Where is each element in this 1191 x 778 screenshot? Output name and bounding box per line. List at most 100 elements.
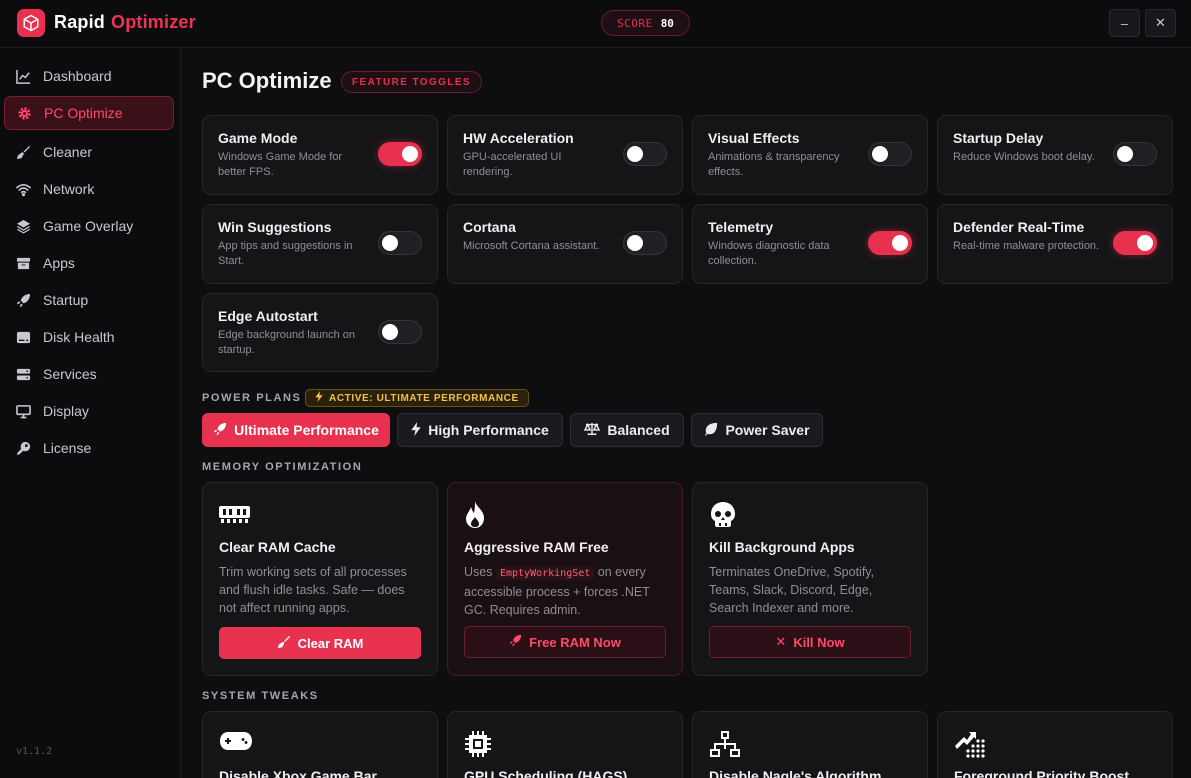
win-suggestions-toggle[interactable] (378, 231, 422, 255)
plan-label: Balanced (607, 422, 670, 438)
sidebar-item-network[interactable]: Network (4, 172, 174, 206)
toggle-knob (1137, 235, 1153, 251)
toggle-knob (892, 235, 908, 251)
memory-optimization-heading: MEMORY OPTIMIZATION (202, 461, 363, 473)
gpu-scheduling-card: GPU Scheduling (HAGS) (447, 711, 683, 778)
score-label: SCORE (617, 16, 653, 30)
toggle-description: Microsoft Cortana assistant. (463, 240, 600, 252)
code-snippet: EmptyWorkingSet (495, 567, 595, 580)
startup-delay-toggle[interactable] (1113, 142, 1157, 166)
sidebar-item-apps[interactable]: Apps (4, 246, 174, 280)
card-title: Kill Background Apps (709, 539, 855, 555)
plan-power-saver-button[interactable]: Power Saver (691, 413, 823, 447)
toggle-card-edge-autostart: Edge Autostart Edge background launch on… (202, 293, 438, 372)
toggle-card-hw-acceleration: HW Acceleration GPU-accelerated UI rende… (447, 115, 683, 195)
active-plan-label: ACTIVE: ULTIMATE PERFORMANCE (329, 392, 519, 404)
toggle-card-startup-delay: Startup Delay Reduce Windows boot delay. (937, 115, 1173, 195)
toggle-title: Visual Effects (708, 130, 800, 146)
free-ram-now-button[interactable]: Free RAM Now (464, 626, 666, 658)
card-title: Aggressive RAM Free (464, 539, 609, 555)
card-title: Clear RAM Cache (219, 539, 336, 555)
edge-autostart-toggle[interactable] (378, 320, 422, 344)
card-title: GPU Scheduling (HAGS) (464, 768, 628, 778)
toggle-knob (1117, 146, 1133, 162)
card-description: Terminates OneDrive, Spotify, Teams, Sla… (709, 565, 875, 615)
disable-nagle-card: Disable Nagle's Algorithm (692, 711, 928, 778)
plan-ultimate-performance-button[interactable]: Ultimate Performance (202, 413, 390, 447)
rocket-icon (213, 422, 227, 439)
toggle-card-defender-real-time: Defender Real-Time Real-time malware pro… (937, 204, 1173, 284)
gear-icon (17, 106, 32, 121)
defender-real-time-toggle[interactable] (1113, 231, 1157, 255)
close-button[interactable]: ✕ (1145, 9, 1176, 37)
sidebar-item-label: License (43, 440, 92, 456)
monitor-icon (16, 404, 31, 419)
toggle-card-win-suggestions: Win Suggestions App tips and suggestions… (202, 204, 438, 284)
sidebar-item-dashboard[interactable]: Dashboard (4, 59, 174, 93)
sidebar-item-disk-health[interactable]: Disk Health (4, 320, 174, 354)
bolt-icon (411, 421, 421, 439)
rocket-icon (509, 634, 522, 650)
active-plan-badge: ACTIVE: ULTIMATE PERFORMANCE (305, 389, 529, 407)
card-title: Disable Xbox Game Bar (219, 768, 377, 778)
toggle-description: Animations & transparency effects. (708, 151, 840, 178)
server-icon (16, 367, 31, 382)
sidebar-item-license[interactable]: License (4, 431, 174, 465)
description-prefix: Uses (464, 565, 493, 579)
kill-now-button[interactable]: ✕ Kill Now (709, 626, 911, 658)
broom-icon (16, 145, 31, 160)
bolt-icon (315, 391, 323, 405)
sidebar-item-startup[interactable]: Startup (4, 283, 174, 317)
sidebar-item-cleaner[interactable]: Cleaner (4, 135, 174, 169)
button-label: Kill Now (793, 634, 845, 650)
sidebar-item-pc-optimize[interactable]: PC Optimize (4, 96, 174, 130)
sidebar-item-label: Startup (43, 292, 89, 308)
skull-icon (709, 501, 737, 534)
box-icon (16, 256, 31, 271)
toggle-knob (872, 146, 888, 162)
toggle-title: Startup Delay (953, 130, 1044, 146)
chart-line-icon (16, 69, 31, 84)
telemetry-toggle[interactable] (868, 231, 912, 255)
feature-toggles-badge: FEATURE TOGGLES (341, 71, 482, 93)
toggle-description: Windows Game Mode for better FPS. (218, 151, 343, 178)
sidebar-item-display[interactable]: Display (4, 394, 174, 428)
card-description: Uses EmptyWorkingSet on every accessible… (464, 563, 669, 619)
sidebar-item-label: Apps (43, 255, 75, 271)
toggle-title: HW Acceleration (463, 130, 574, 146)
aggressive-ram-free-card: Aggressive RAM Free Uses EmptyWorkingSet… (447, 482, 683, 676)
toggle-description: GPU-accelerated UI rendering. (463, 151, 562, 178)
toggle-knob (627, 235, 643, 251)
sidebar-item-label: Disk Health (43, 329, 115, 345)
toggle-card-game-mode: Game Mode Windows Game Mode for better F… (202, 115, 438, 195)
flame-icon (464, 501, 486, 534)
toggle-card-visual-effects: Visual Effects Animations & transparency… (692, 115, 928, 195)
visual-effects-toggle[interactable] (868, 142, 912, 166)
gamepad-icon (219, 730, 253, 757)
plan-high-performance-button[interactable]: High Performance (397, 413, 563, 447)
toggle-title: Defender Real-Time (953, 219, 1085, 235)
button-label: Clear RAM (297, 635, 364, 651)
toggle-description: Reduce Windows boot delay. (953, 151, 1095, 163)
game-mode-toggle[interactable] (378, 142, 422, 166)
toggle-title: Edge Autostart (218, 308, 318, 324)
cortana-toggle[interactable] (623, 231, 667, 255)
toggle-card-cortana: Cortana Microsoft Cortana assistant. (447, 204, 683, 284)
toggle-title: Telemetry (708, 219, 774, 235)
button-label: Free RAM Now (529, 634, 621, 650)
toggle-description: App tips and suggestions in Start. (218, 240, 353, 267)
card-title: Foreground Priority Boost (954, 768, 1129, 778)
hw-acceleration-toggle[interactable] (623, 142, 667, 166)
sidebar-item-label: Network (43, 181, 95, 197)
sidebar-item-services[interactable]: Services (4, 357, 174, 391)
sidebar-item-label: Services (43, 366, 97, 382)
priority-boost-icon (954, 730, 986, 763)
plan-label: Power Saver (725, 422, 810, 438)
toggle-knob (402, 146, 418, 162)
power-plans-heading: POWER PLANS (202, 392, 302, 404)
plan-balanced-button[interactable]: Balanced (570, 413, 684, 447)
minimize-button[interactable]: – (1109, 9, 1140, 37)
clear-ram-button[interactable]: Clear RAM (219, 627, 421, 659)
card-description: Trim working sets of all processes and f… (219, 565, 407, 615)
sidebar-item-game-overlay[interactable]: Game Overlay (4, 209, 174, 243)
